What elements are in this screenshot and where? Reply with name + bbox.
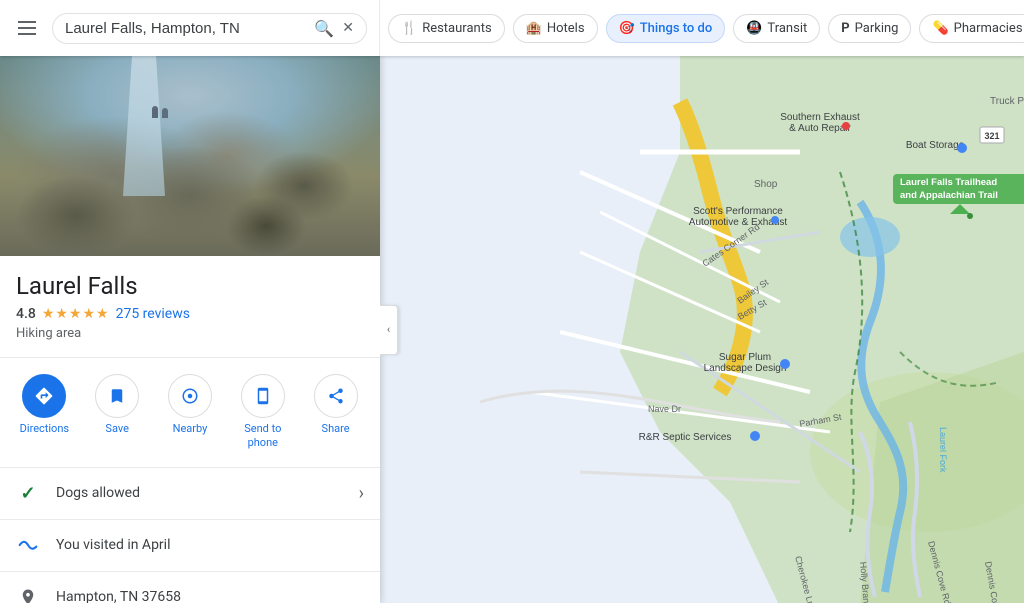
- tab-hotels[interactable]: 🏨 Hotels: [513, 14, 598, 43]
- directions-button[interactable]: Directions: [12, 374, 76, 451]
- star-rating: ★★★★★: [42, 306, 110, 322]
- svg-text:Shop: Shop: [754, 179, 778, 190]
- rating-number: 4.8: [16, 306, 36, 322]
- visited-icon: [16, 537, 40, 553]
- tab-pharmacies[interactable]: 💊 Pharmacies: [919, 14, 1024, 43]
- hamburger-button[interactable]: [12, 15, 42, 41]
- address-text: Hampton, TN 37658: [56, 589, 364, 603]
- share-icon-circle: [314, 374, 358, 418]
- send-to-phone-button[interactable]: Send to phone: [231, 374, 295, 451]
- tab-things-to-do[interactable]: 🎯 Things to do: [606, 14, 726, 43]
- svg-text:Sugar Plum: Sugar Plum: [719, 352, 771, 363]
- place-name: Laurel Falls: [16, 272, 364, 300]
- search-icon: 🔍: [314, 19, 334, 38]
- svg-text:Southern Exhaust: Southern Exhaust: [780, 112, 860, 123]
- category-tabs-bar: 🍴 Restaurants 🏨 Hotels 🎯 Things to do 🚇 …: [380, 0, 1024, 56]
- review-count[interactable]: 275 reviews: [116, 306, 190, 322]
- close-icon[interactable]: ✕: [342, 20, 354, 36]
- things-icon: 🎯: [619, 21, 635, 36]
- restaurants-icon: 🍴: [401, 21, 417, 36]
- action-buttons: Directions Save Nearby Send to phone: [0, 357, 380, 468]
- svg-text:R&R Septic Services: R&R Septic Services: [639, 432, 732, 443]
- svg-text:Laurel Falls Trailhead: Laurel Falls Trailhead: [900, 177, 997, 188]
- hotels-icon: 🏨: [526, 21, 542, 36]
- tab-parking[interactable]: P Parking: [828, 14, 911, 43]
- nearby-button[interactable]: Nearby: [158, 374, 222, 451]
- send-to-phone-icon-circle: [241, 374, 285, 418]
- save-icon-circle: [95, 374, 139, 418]
- transit-icon: 🚇: [746, 21, 762, 36]
- share-button[interactable]: Share: [304, 374, 368, 451]
- svg-text:& Auto Repair: & Auto Repair: [789, 123, 851, 134]
- directions-icon-circle: [22, 374, 66, 418]
- dogs-chevron-icon: ›: [359, 483, 364, 504]
- tab-transit[interactable]: 🚇 Transit: [733, 14, 820, 43]
- address-row[interactable]: Hampton, TN 37658: [0, 572, 380, 603]
- save-button[interactable]: Save: [85, 374, 149, 451]
- address-pin-icon: [16, 588, 40, 603]
- svg-text:Laurel Fork: Laurel Fork: [938, 427, 948, 473]
- tab-restaurants[interactable]: 🍴 Restaurants: [388, 14, 505, 43]
- place-info-section: Laurel Falls 4.8 ★★★★★ 275 reviews Hikin…: [0, 256, 380, 349]
- svg-text:Nave Dr: Nave Dr: [648, 404, 681, 414]
- nearby-icon-circle: [168, 374, 212, 418]
- svg-text:Truck Parts: Truck Parts: [990, 96, 1024, 107]
- map-svg: Southern Exhaust & Auto Repair Boat Stor…: [380, 56, 1024, 603]
- dogs-allowed-row[interactable]: ✓ Dogs allowed ›: [0, 468, 380, 520]
- parking-icon: P: [841, 21, 849, 36]
- svg-text:Scott's Performance: Scott's Performance: [693, 206, 783, 217]
- map-area[interactable]: ‹: [380, 56, 1024, 603]
- svg-text:321: 321: [984, 131, 999, 141]
- save-label: Save: [105, 422, 129, 436]
- visited-text: You visited in April: [56, 537, 364, 553]
- visited-row[interactable]: You visited in April: [0, 520, 380, 572]
- share-label: Share: [322, 422, 350, 436]
- svg-text:Boat Storage: Boat Storage: [906, 140, 965, 151]
- search-input[interactable]: [65, 20, 306, 37]
- send-to-phone-label: Send to phone: [244, 422, 281, 451]
- svg-text:and Appalachian Trail: and Appalachian Trail: [900, 190, 998, 201]
- pharmacies-icon: 💊: [932, 21, 948, 36]
- dogs-check-icon: ✓: [16, 483, 40, 504]
- place-type: Hiking area: [16, 326, 364, 341]
- dogs-allowed-text: Dogs allowed: [56, 485, 359, 501]
- place-image: [0, 56, 380, 256]
- left-panel: Laurel Falls 4.8 ★★★★★ 275 reviews Hikin…: [0, 56, 380, 603]
- svg-text:Landscape Design: Landscape Design: [704, 363, 787, 374]
- collapse-panel-button[interactable]: ‹: [380, 305, 398, 355]
- nearby-label: Nearby: [173, 422, 208, 436]
- rating-row: 4.8 ★★★★★ 275 reviews: [16, 306, 364, 322]
- directions-label: Directions: [20, 422, 69, 436]
